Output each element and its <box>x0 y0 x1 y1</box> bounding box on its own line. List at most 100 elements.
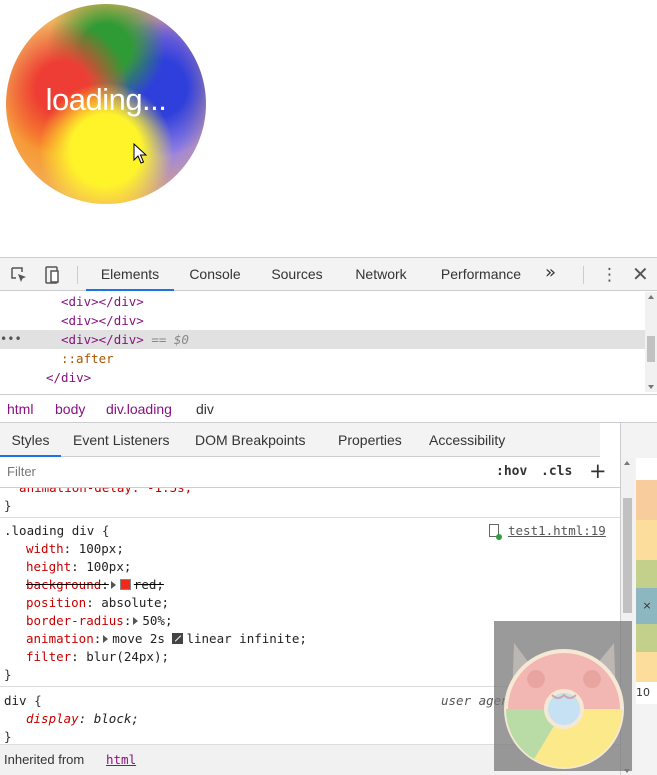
box-model-margin <box>636 480 657 520</box>
source-file-icon <box>489 524 502 540</box>
css-selector: .loading div <box>4 523 95 538</box>
css-value: linear infinite; <box>186 631 307 646</box>
hover-state-toggle[interactable]: :hov <box>496 464 527 479</box>
page-preview: loading... <box>0 0 657 257</box>
styles-filter-input[interactable] <box>7 464 307 479</box>
dom-open-tag: <div> <box>61 332 99 347</box>
box-model-padding <box>636 624 657 652</box>
css-selector: div <box>4 693 27 708</box>
scrollbar-thumb[interactable] <box>647 336 655 362</box>
device-toolbar-icon[interactable] <box>42 265 62 285</box>
css-value: blur(24px); <box>86 649 170 664</box>
close-devtools-icon[interactable]: ✕ <box>632 262 649 286</box>
css-value: move 2s <box>112 631 165 646</box>
more-tabs-icon[interactable]: » <box>545 262 556 283</box>
styles-filter-bar: :hov .cls + <box>0 457 620 488</box>
rule-divider <box>0 517 620 518</box>
breadcrumb-html[interactable]: html <box>7 401 33 417</box>
expand-icon[interactable] <box>110 581 116 589</box>
css-declaration[interactable]: animation-delay: -1.5s; <box>4 488 192 497</box>
breadcrumb-div[interactable]: div <box>196 401 214 417</box>
css-property: filter <box>26 649 72 664</box>
tab-network[interactable]: Network <box>345 258 417 291</box>
styles-sub-tabs: Styles Event Listeners DOM Breakpoints P… <box>0 423 600 457</box>
css-property: animation <box>26 631 94 646</box>
expand-icon[interactable] <box>133 617 139 625</box>
rule-selector-line[interactable]: .loading div { <box>4 522 109 540</box>
color-swatch[interactable] <box>119 579 131 590</box>
dom-node[interactable]: <div></div> <box>0 311 645 330</box>
box-model-label: 10 <box>636 682 657 704</box>
new-style-rule-icon[interactable]: + <box>589 459 607 483</box>
tab-dom-breakpoints[interactable]: DOM Breakpoints <box>195 423 305 457</box>
node-actions-icon[interactable]: ••• <box>0 330 22 349</box>
dom-node[interactable]: </div> <box>0 368 645 387</box>
dom-open-tag: <div> <box>61 294 99 309</box>
box-model-preview: × 10 <box>636 458 657 775</box>
tab-elements[interactable]: Elements <box>86 258 174 291</box>
tab-sources[interactable]: Sources <box>262 258 332 291</box>
rule-selector-line[interactable]: div { <box>4 692 42 710</box>
rule-open-brace: { <box>94 523 110 538</box>
dom-node-selected[interactable]: ••• <div></div> == $0 <box>0 330 645 349</box>
css-value: block; <box>93 711 139 726</box>
scroll-down-icon[interactable] <box>648 385 654 389</box>
css-property: height <box>26 559 72 574</box>
dom-close-tag: </div> <box>98 332 144 347</box>
loading-text: loading... <box>45 82 167 117</box>
cat-watermark-icon <box>494 621 632 771</box>
box-model-border <box>636 652 657 682</box>
selected-node-marker: == $0 <box>151 332 189 347</box>
class-toggle[interactable]: .cls <box>541 464 572 479</box>
css-value: red; <box>133 577 164 592</box>
scroll-up-icon[interactable] <box>624 461 630 465</box>
css-property: width <box>26 541 64 556</box>
inherited-label: Inherited from <box>4 752 85 767</box>
css-property: position <box>26 595 87 610</box>
inspect-element-icon[interactable] <box>9 265 29 285</box>
css-declaration[interactable]: position: absolute; <box>26 594 169 612</box>
css-declaration[interactable]: filter: blur(24px); <box>26 648 169 666</box>
devtools-toolbar: Elements Console Sources Network Perform… <box>0 258 657 291</box>
dom-close-tag: </div> <box>98 294 144 309</box>
box-model-margin <box>636 458 657 480</box>
inherited-from-link[interactable]: html <box>106 752 136 767</box>
dom-close-tag: </div> <box>46 370 92 385</box>
source-link[interactable]: test1.html:19 <box>508 522 606 540</box>
css-value: 50%; <box>142 613 173 628</box>
tab-accessibility[interactable]: Accessibility <box>429 423 505 457</box>
box-model-border <box>636 520 657 560</box>
css-declaration: display: block; <box>26 711 139 726</box>
rule-open-brace: { <box>26 693 42 708</box>
css-property: display <box>26 711 79 726</box>
tab-event-listeners[interactable]: Event Listeners <box>73 423 170 457</box>
easing-editor-icon[interactable] <box>172 633 184 644</box>
dom-open-tag: <div> <box>61 313 99 328</box>
css-declaration[interactable]: border-radius: 50%; <box>26 612 172 630</box>
css-declaration[interactable]: height: 100px; <box>26 558 131 576</box>
customize-menu-icon[interactable]: ⋮ <box>601 265 618 285</box>
css-value: absolute; <box>101 595 170 610</box>
scroll-up-icon[interactable] <box>648 295 654 299</box>
pseudo-element: ::after <box>61 351 114 366</box>
tab-styles[interactable]: Styles <box>0 423 61 457</box>
rule-close-brace: } <box>4 498 12 513</box>
dom-tree: <div></div> <div></div> ••• <div></div> =… <box>0 292 645 392</box>
scrollbar-thumb[interactable] <box>623 498 632 613</box>
tab-properties[interactable]: Properties <box>338 423 402 457</box>
tab-performance[interactable]: Performance <box>432 258 530 291</box>
css-declaration[interactable]: width: 100px; <box>26 540 124 558</box>
css-value: 100px; <box>78 541 124 556</box>
dom-pseudo-node[interactable]: ::after <box>0 349 645 368</box>
tab-console[interactable]: Console <box>180 258 250 291</box>
dom-tree-scrollbar[interactable] <box>645 292 657 392</box>
breadcrumb-div-loading[interactable]: div.loading <box>106 401 172 417</box>
breadcrumb: html body div.loading div <box>0 394 657 423</box>
css-property: background <box>26 577 102 592</box>
css-declaration-overridden[interactable]: background: red; <box>26 576 164 594</box>
css-property: border-radius <box>26 613 124 628</box>
expand-icon[interactable] <box>103 635 109 643</box>
breadcrumb-body[interactable]: body <box>55 401 85 417</box>
dom-node[interactable]: <div></div> <box>0 292 645 311</box>
css-declaration[interactable]: animation: move 2s linear infinite; <box>26 630 307 648</box>
